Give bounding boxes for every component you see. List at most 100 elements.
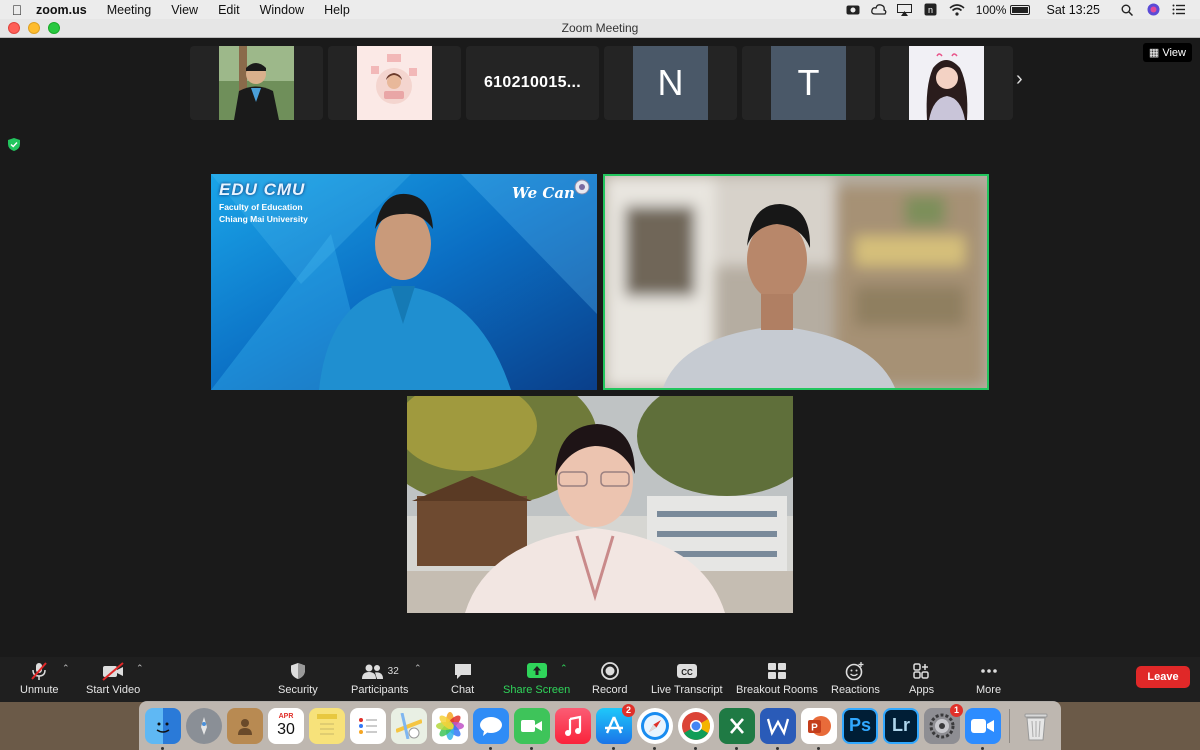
title-bar[interactable]: Zoom Meeting (0, 19, 1200, 38)
participants-icon-group: 32 (361, 661, 399, 681)
video-feed-2 (605, 176, 987, 388)
reactions-button[interactable]: Reactions (831, 661, 880, 696)
battery-icon[interactable] (1010, 4, 1031, 15)
menu-app-name[interactable]: zoom.us (34, 3, 97, 17)
participant-name: 610210015... (483, 74, 582, 91)
notes-icon[interactable] (309, 707, 345, 744)
more-dots-icon (979, 661, 999, 681)
participant-thumb-6[interactable] (880, 46, 1013, 120)
participants-button[interactable]: 32 Participants (351, 661, 408, 696)
word-icon[interactable] (760, 707, 796, 750)
safari-icon[interactable] (637, 707, 673, 750)
svg-text:n: n (928, 5, 933, 15)
wifi-icon[interactable] (944, 3, 970, 16)
reactions-smiley-icon (845, 661, 865, 681)
notion-icon[interactable]: n (918, 3, 944, 16)
cloud-icon[interactable] (866, 4, 892, 15)
camera-status-icon[interactable] (840, 4, 866, 15)
menu-window[interactable]: Window (250, 3, 314, 17)
video-tile-active-speaker[interactable] (603, 174, 989, 390)
app-store-icon[interactable]: 2 (596, 703, 635, 750)
video-options-caret-icon[interactable]: ⌃ (136, 663, 144, 674)
participant-thumb-2[interactable] (328, 46, 461, 120)
view-button[interactable]: ▦ View (1142, 43, 1192, 62)
participant-avatar-t: T (771, 46, 846, 120)
view-button-label: View (1162, 47, 1186, 59)
share-screen-icon (526, 661, 548, 681)
apps-button[interactable]: Apps (909, 661, 934, 696)
security-shield-icon (290, 661, 306, 681)
breakout-rooms-grid-icon (767, 661, 787, 681)
battery-percent: 100% (975, 2, 1007, 17)
finder-icon[interactable] (145, 707, 181, 750)
menu-edit[interactable]: Edit (208, 3, 250, 17)
excel-icon[interactable] (719, 707, 755, 750)
chat-button[interactable]: Chat (451, 661, 474, 696)
menu-help[interactable]: Help (314, 3, 360, 17)
leave-button[interactable]: Leave (1136, 666, 1190, 688)
clock[interactable]: Sat 13:25 (1030, 3, 1114, 17)
airplay-icon[interactable] (892, 3, 918, 16)
participants-icon (361, 664, 383, 679)
menu-view[interactable]: View (161, 3, 208, 17)
trash-icon[interactable] (1018, 708, 1054, 744)
calendar-icon[interactable]: APR 30 (268, 707, 304, 744)
chrome-icon[interactable] (678, 707, 714, 750)
zoom-app-icon[interactable] (965, 707, 1001, 750)
video-off-icon (101, 661, 125, 681)
participants-caret-icon[interactable]: ⌃ (414, 663, 422, 674)
breakout-rooms-button[interactable]: Breakout Rooms (736, 661, 818, 696)
start-video-button[interactable]: Start Video (86, 661, 140, 696)
muted-microphone-icon (29, 661, 49, 681)
participant-thumb-3[interactable]: 610210015... (466, 46, 599, 120)
participant-illustration-avatar (357, 46, 432, 120)
siri-icon[interactable] (1140, 3, 1166, 16)
faculty-line-2: Chiang Mai University (219, 214, 308, 224)
reminders-icon[interactable] (350, 707, 386, 744)
messenger-icon[interactable] (473, 707, 509, 750)
apps-label: Apps (909, 684, 935, 696)
music-icon[interactable] (555, 707, 591, 744)
grid-view-icon: ▦ (1148, 47, 1160, 59)
powerpoint-icon[interactable]: P (801, 707, 837, 750)
system-preferences-badge: 1 (950, 703, 963, 717)
more-button[interactable]: More (976, 661, 1001, 696)
unmute-label: Unmute (20, 684, 59, 696)
faculty-caption: Faculty of Education Chiang Mai Universi… (219, 201, 308, 225)
video-tile-speaker-1[interactable]: EDU CMU Faculty of Education Chiang Mai … (211, 174, 597, 390)
participant-thumb-1[interactable] (190, 46, 323, 120)
maps-icon[interactable] (391, 707, 427, 744)
participant-avatar-n: N (633, 46, 708, 120)
participant-photo-woman (909, 46, 984, 120)
contacts-icon[interactable] (227, 707, 263, 744)
audio-options-caret-icon[interactable]: ⌃ (62, 663, 70, 674)
unmute-button[interactable]: Unmute (20, 661, 59, 696)
control-center-icon[interactable] (1166, 4, 1192, 15)
system-preferences-icon[interactable]: 1 (924, 703, 963, 744)
participant-thumb-4[interactable]: N (604, 46, 737, 120)
app-store-badge: 2 (622, 703, 635, 717)
facetime-icon[interactable] (514, 707, 550, 750)
encryption-shield-icon[interactable] (8, 138, 20, 151)
participants-count: 32 (387, 665, 399, 677)
video-tile-speaker-3[interactable] (407, 396, 793, 613)
participant-thumb-5[interactable]: T (742, 46, 875, 120)
spotlight-search-icon[interactable] (1114, 4, 1140, 16)
calendar-month: APR (278, 712, 294, 720)
next-page-arrow-icon[interactable]: › (1016, 68, 1023, 91)
record-icon (600, 661, 620, 681)
apple-icon[interactable]:  (0, 2, 34, 18)
photos-icon[interactable] (432, 707, 468, 744)
start-video-label: Start Video (86, 684, 141, 696)
share-options-caret-icon[interactable]: ⌃ (560, 663, 568, 674)
lightroom-icon[interactable]: Lr (883, 707, 919, 744)
photoshop-icon[interactable]: Ps (842, 707, 878, 744)
live-transcript-button[interactable]: CC Live Transcript (651, 661, 723, 696)
launchpad-icon[interactable] (186, 707, 222, 744)
menu-meeting[interactable]: Meeting (97, 3, 161, 17)
window-title: Zoom Meeting (561, 21, 639, 35)
record-button[interactable]: Record (592, 661, 627, 696)
security-button[interactable]: Security (278, 661, 318, 696)
zoom-window: Zoom Meeting 610210015... N T › ▦ View E… (0, 19, 1200, 702)
video-feed-3 (407, 396, 793, 613)
